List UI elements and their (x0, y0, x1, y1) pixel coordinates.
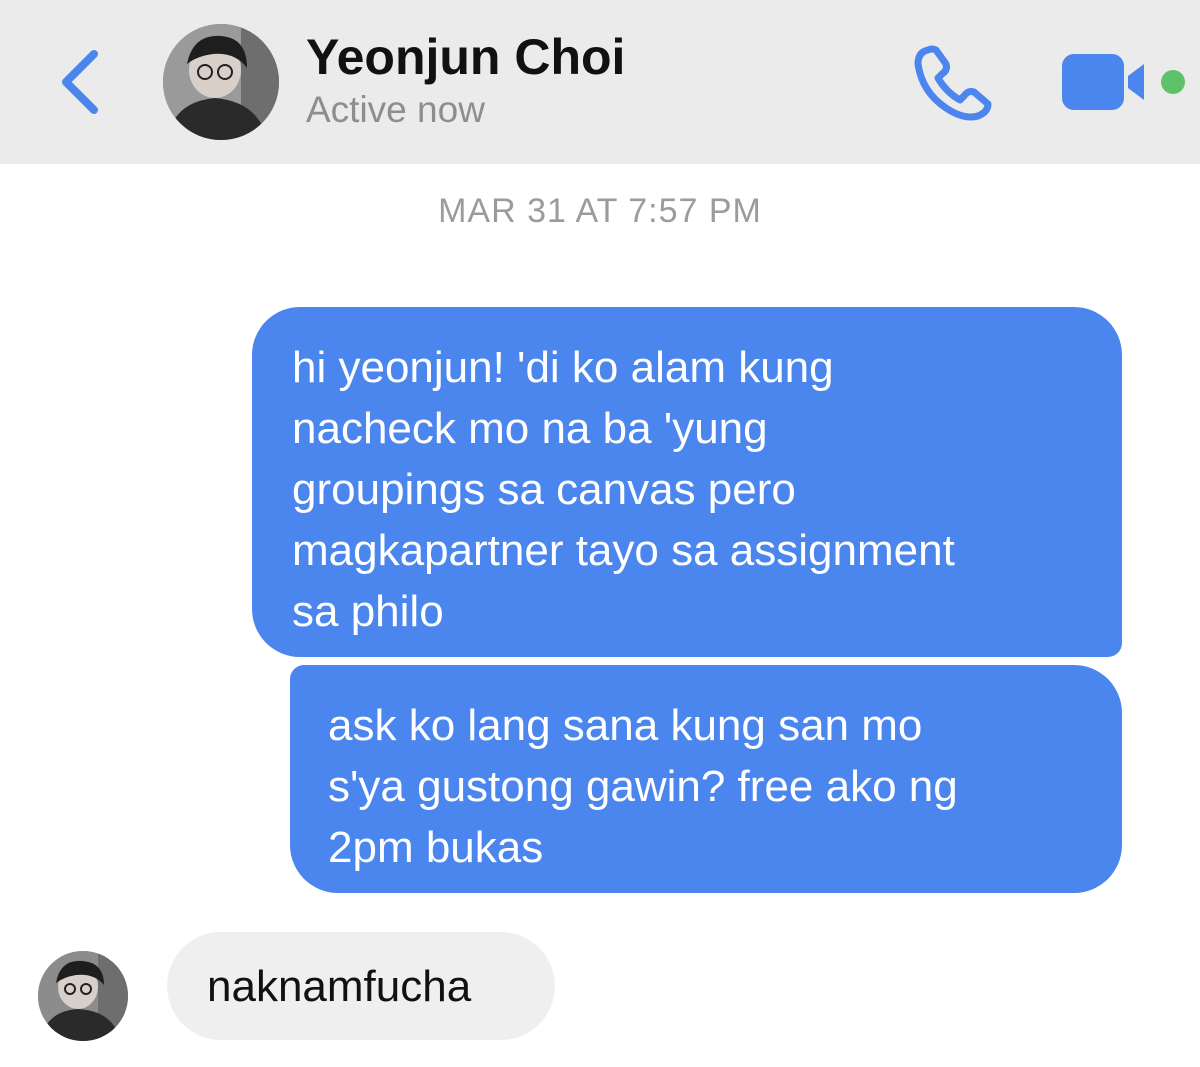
voice-call-button[interactable] (912, 42, 996, 122)
incoming-message-bubble[interactable]: naknamfucha (167, 932, 555, 1040)
chat-header: Yeonjun Choi Active now (0, 0, 1200, 164)
contact-avatar-small[interactable] (38, 951, 128, 1041)
message-timestamp: MAR 31 AT 7:57 PM (438, 192, 762, 230)
contact-name[interactable]: Yeonjun Choi (306, 28, 625, 86)
video-call-button[interactable] (1060, 52, 1150, 112)
active-status: Active now (306, 89, 485, 130)
outgoing-message-bubble[interactable]: ask ko lang sana kung san mo s'ya guston… (290, 665, 1122, 893)
chevron-left-icon (62, 50, 98, 114)
video-camera-icon (1062, 54, 1144, 110)
contact-avatar[interactable] (163, 24, 279, 140)
back-button[interactable] (52, 44, 112, 120)
outgoing-message-bubble[interactable]: hi yeonjun! 'di ko alam kung nacheck mo … (252, 307, 1122, 657)
active-indicator-dot (1161, 70, 1185, 94)
avatar-photo (38, 951, 128, 1041)
phone-icon (914, 45, 992, 121)
avatar-photo (163, 24, 279, 140)
